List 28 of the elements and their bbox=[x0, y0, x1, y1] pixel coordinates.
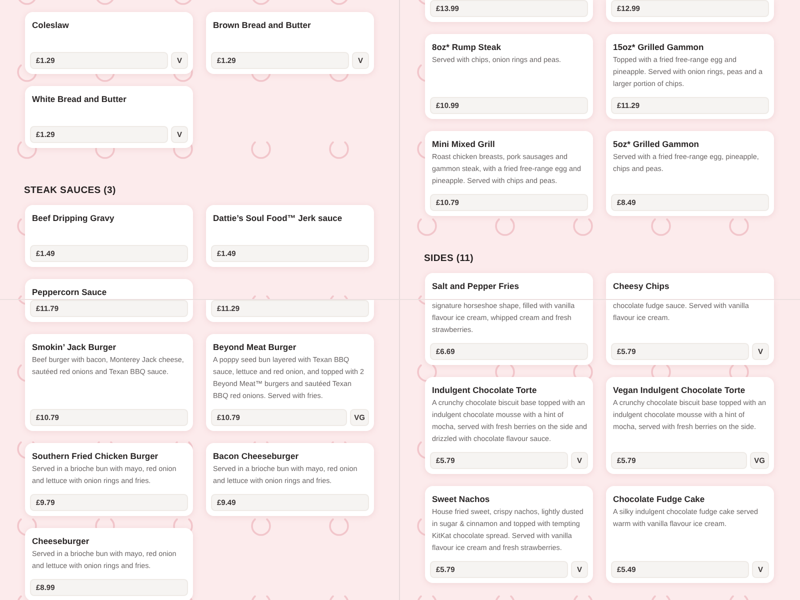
menu-item-card[interactable]: Cheesy Chips bbox=[606, 273, 774, 299]
item-name: 8oz* Rump Steak bbox=[432, 42, 501, 53]
item-name: Dattie’s Soul Food™ Jerk sauce bbox=[213, 213, 342, 224]
item-name: Salt and Pepper Fries bbox=[432, 281, 519, 292]
item-name: Southern Fried Chicken Burger bbox=[32, 451, 158, 462]
item-name: 5oz* Grilled Gammon bbox=[613, 139, 699, 150]
item-name: White Bread and Butter bbox=[32, 94, 126, 105]
item-name: Beef Dripping Gravy bbox=[32, 213, 114, 224]
item-name: Beyond Meat Burger bbox=[213, 342, 296, 353]
item-name: Peppercorn Sauce bbox=[32, 287, 107, 298]
item-name: Smokin’ Jack Burger bbox=[32, 342, 116, 353]
item-name: Brown Bread and Butter bbox=[213, 20, 311, 31]
item-name: Coleslaw bbox=[32, 20, 69, 31]
item-name: Mini Mixed Grill bbox=[432, 139, 495, 150]
menu-item-card[interactable]: Peppercorn Sauce bbox=[25, 279, 193, 299]
item-name: Chocolate Fudge Cake bbox=[613, 494, 705, 505]
item-name: Sweet Nachos bbox=[432, 494, 490, 505]
item-name: Indulgent Chocolate Torte bbox=[432, 385, 537, 396]
section-heading: SIDES (11) bbox=[424, 253, 474, 264]
item-name: 15oz* Grilled Gammon bbox=[613, 42, 704, 53]
item-name: Vegan Indulgent Chocolate Torte bbox=[613, 385, 746, 396]
menu-item-card[interactable]: Salt and Pepper Fries bbox=[425, 273, 593, 299]
item-name: Cheesy Chips bbox=[613, 281, 670, 292]
item-name: Bacon Cheeseburger bbox=[213, 451, 298, 462]
section-heading: STEAK SAUCES (3) bbox=[24, 185, 116, 196]
menu-item-card[interactable] bbox=[425, 486, 593, 583]
item-name: Cheeseburger bbox=[32, 536, 90, 547]
menu-item-card[interactable] bbox=[425, 377, 593, 474]
